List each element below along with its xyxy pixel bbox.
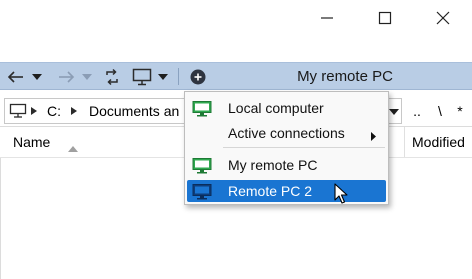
column-header-modified[interactable]: Modified <box>404 127 472 157</box>
monitor-icon <box>132 68 152 85</box>
caret-down-icon <box>82 73 92 80</box>
breadcrumb-chevron-icon[interactable] <box>71 99 77 123</box>
sync-button[interactable] <box>100 63 124 90</box>
menu-item-label: Local computer <box>228 100 324 116</box>
minimize-button[interactable] <box>304 0 350 36</box>
minimize-icon <box>321 17 333 19</box>
toolbar-separator <box>178 68 179 85</box>
caret-down-icon <box>158 73 168 80</box>
breadcrumb-drive[interactable]: C: <box>47 99 61 123</box>
maximize-button[interactable] <box>362 0 408 36</box>
mouse-cursor-icon <box>334 183 348 210</box>
sync-arrows-icon <box>106 68 118 85</box>
computer-small-icon <box>9 99 27 123</box>
close-window-button[interactable] <box>420 0 466 36</box>
menu-item-active-connections[interactable]: Active connections <box>187 122 386 144</box>
forward-history-dropdown[interactable] <box>80 63 94 90</box>
menu-item-label: My remote PC <box>228 157 318 173</box>
add-connection-button[interactable] <box>187 63 209 90</box>
close-icon <box>436 11 450 25</box>
main-toolbar: My remote PC <box>0 62 472 90</box>
sort-ascending-icon <box>68 139 78 157</box>
caret-down-icon <box>32 73 42 80</box>
monitor-blue-icon <box>192 184 212 205</box>
window-titlebar <box>0 0 472 36</box>
breadcrumb-folder[interactable]: Documents an <box>89 99 179 123</box>
menu-item-label: Remote PC 2 <box>228 183 313 199</box>
computer-menu: Local computer Active connections My rem… <box>184 91 389 205</box>
column-header-name[interactable]: Name <box>13 127 50 157</box>
caret-down-icon <box>389 109 399 116</box>
computer-button[interactable] <box>130 63 154 90</box>
menu-item-label: Active connections <box>228 125 345 141</box>
plus-circle-icon <box>190 69 206 84</box>
toolbar-title: My remote PC <box>297 68 393 85</box>
back-button[interactable] <box>4 63 28 90</box>
home-dir-button[interactable]: * <box>452 98 468 124</box>
menu-item-local-computer[interactable]: Local computer <box>187 97 386 119</box>
monitor-green-icon <box>192 101 212 122</box>
forward-button[interactable] <box>54 63 78 90</box>
computer-dropdown[interactable] <box>156 63 170 90</box>
menu-item-my-remote-pc[interactable]: My remote PC <box>187 154 386 176</box>
maximize-icon <box>378 11 392 25</box>
parent-dir-button[interactable]: .. <box>406 98 428 124</box>
monitor-green-icon <box>192 158 212 179</box>
arrow-right-icon <box>59 70 75 83</box>
breadcrumb-chevron-icon[interactable] <box>31 99 37 123</box>
menu-item-remote-pc-2[interactable]: Remote PC 2 <box>187 180 386 202</box>
root-dir-button[interactable]: \ <box>430 98 450 124</box>
arrow-left-icon <box>7 70 23 83</box>
submenu-arrow-icon <box>371 128 376 146</box>
menu-separator <box>223 147 385 148</box>
back-history-dropdown[interactable] <box>30 63 44 90</box>
